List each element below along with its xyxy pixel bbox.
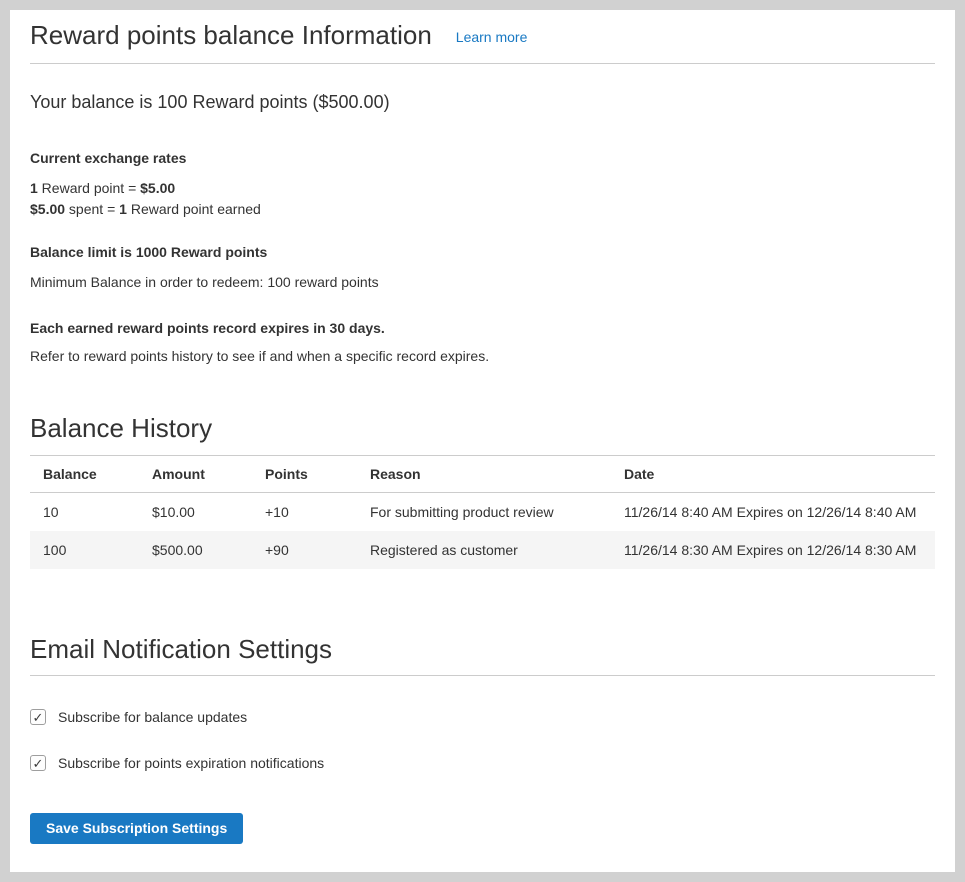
cell-points: +10 <box>252 493 357 532</box>
balance-limit-text: Balance limit is 1000 Reward points <box>30 242 935 262</box>
checkmark-icon: ✓ <box>33 711 44 724</box>
cell-points: +90 <box>252 531 357 569</box>
points-expiration-label[interactable]: Subscribe for points expiration notifica… <box>58 755 324 771</box>
cell-date: 11/26/14 8:40 AM Expires on 12/26/14 8:4… <box>611 493 935 532</box>
table-row: 100 $500.00 +90 Registered as customer 1… <box>30 531 935 569</box>
cell-amount: $10.00 <box>139 493 252 532</box>
save-subscription-settings-button[interactable]: Save Subscription Settings <box>30 813 243 844</box>
balance-updates-checkbox[interactable]: ✓ <box>30 709 46 725</box>
cell-date: 11/26/14 8:30 AM Expires on 12/26/14 8:3… <box>611 531 935 569</box>
checkmark-icon: ✓ <box>33 757 44 770</box>
balance-history-table: Balance Amount Points Reason Date 10 $10… <box>30 455 935 569</box>
exchange-rate-text: Reward point = <box>38 180 140 196</box>
cell-amount: $500.00 <box>139 531 252 569</box>
exchange-rate-value: $5.00 <box>140 180 175 196</box>
points-expiration-checkbox[interactable]: ✓ <box>30 755 46 771</box>
table-row: 10 $10.00 +10 For submitting product rev… <box>30 493 935 532</box>
points-expiration-option: ✓ Subscribe for points expiration notifi… <box>30 755 935 771</box>
exchange-rate-line-1: 1 Reward point = $5.00 <box>30 178 935 199</box>
column-header-amount: Amount <box>139 456 252 493</box>
earn-rate-text: spent = <box>65 201 119 217</box>
exchange-rates-heading: Current exchange rates <box>30 148 935 168</box>
balance-updates-label[interactable]: Subscribe for balance updates <box>58 709 247 725</box>
cell-reason: Registered as customer <box>357 531 611 569</box>
exchange-rates-lines: 1 Reward point = $5.00 $5.00 spent = 1 R… <box>30 178 935 220</box>
column-header-reason: Reason <box>357 456 611 493</box>
cell-reason: For submitting product review <box>357 493 611 532</box>
exchange-rate-points: 1 <box>30 180 38 196</box>
table-header-row: Balance Amount Points Reason Date <box>30 456 935 493</box>
cell-balance: 10 <box>30 493 139 532</box>
min-balance-text: Minimum Balance in order to redeem: 100 … <box>30 272 935 292</box>
email-settings-heading: Email Notification Settings <box>30 634 935 676</box>
column-header-date: Date <box>611 456 935 493</box>
reward-points-panel: Reward points balance Information Learn … <box>10 10 955 872</box>
earn-rate-value: $5.00 <box>30 201 65 217</box>
balance-summary: Your balance is 100 Reward points ($500.… <box>30 91 935 113</box>
column-header-balance: Balance <box>30 456 139 493</box>
cell-balance: 100 <box>30 531 139 569</box>
page-title: Reward points balance Information <box>30 20 432 50</box>
page-header: Reward points balance Information Learn … <box>30 20 935 64</box>
expiration-text: Each earned reward points record expires… <box>30 318 935 338</box>
balance-updates-option: ✓ Subscribe for balance updates <box>30 709 935 725</box>
earn-rate-points: 1 <box>119 201 127 217</box>
column-header-points: Points <box>252 456 357 493</box>
exchange-rate-line-2: $5.00 spent = 1 Reward point earned <box>30 199 935 220</box>
balance-history-heading: Balance History <box>30 413 935 443</box>
learn-more-link[interactable]: Learn more <box>456 29 528 45</box>
expiration-note-text: Refer to reward points history to see if… <box>30 346 935 366</box>
earn-rate-suffix: Reward point earned <box>127 201 261 217</box>
